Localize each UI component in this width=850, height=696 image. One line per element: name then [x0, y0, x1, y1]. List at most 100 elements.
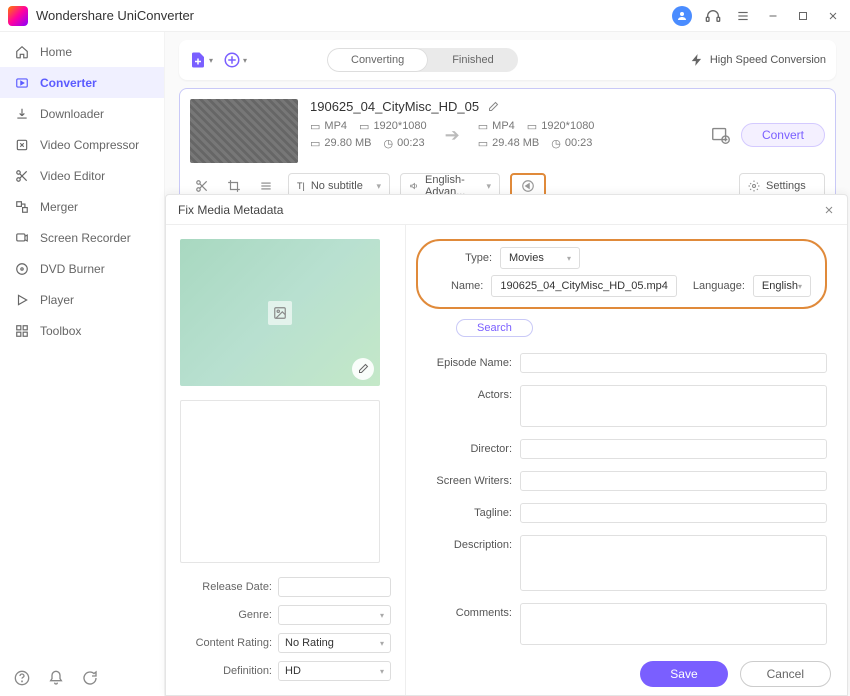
user-avatar[interactable]	[672, 6, 692, 26]
play-icon	[14, 292, 30, 308]
image-placeholder-icon	[268, 301, 292, 325]
language-label: Language:	[693, 280, 745, 292]
metadata-modal: Fix Media Metadata Release Date: Genre: ▾…	[165, 194, 848, 696]
convert-button[interactable]: Convert	[741, 123, 825, 147]
scissors-icon	[14, 168, 30, 184]
menu-icon[interactable]	[734, 7, 752, 25]
arrow-icon: ➔	[445, 125, 460, 146]
merger-icon	[14, 199, 30, 215]
recorder-icon	[14, 230, 30, 246]
name-label: Name:	[432, 280, 483, 292]
definition-label: Definition:	[180, 665, 272, 677]
add-url-button[interactable]: ▾	[223, 48, 247, 72]
sidebar-item-label: Toolbox	[40, 324, 81, 338]
toolbar: ▾ ▾ Converting Finished High Speed Conve…	[179, 40, 836, 80]
search-params-highlight: Type: Movies▾ Name: 190625_04_CityMisc_H…	[416, 239, 827, 309]
src-res: ▭ 1920*1080	[359, 120, 427, 133]
sidebar-item-label: Downloader	[40, 107, 104, 121]
sidebar-item-label: DVD Burner	[40, 262, 105, 276]
cancel-button[interactable]: Cancel	[740, 661, 831, 687]
genre-select[interactable]: ▾	[278, 605, 391, 625]
high-speed-toggle[interactable]: High Speed Conversion	[690, 53, 826, 67]
sidebar-item-compressor[interactable]: Video Compressor	[0, 129, 164, 160]
sidebar-item-home[interactable]: Home	[0, 36, 164, 67]
disc-icon	[14, 261, 30, 277]
effects-icon[interactable]	[258, 178, 274, 194]
modal-title: Fix Media Metadata	[178, 203, 283, 217]
audio-icon	[409, 181, 419, 191]
add-file-button[interactable]: ▾	[189, 48, 213, 72]
name-input[interactable]: 190625_04_CityMisc_HD_05.mp4	[491, 275, 677, 297]
comments-input[interactable]	[520, 603, 827, 645]
help-icon[interactable]	[14, 670, 30, 686]
language-select[interactable]: English▾	[753, 275, 811, 297]
release-date-label: Release Date:	[180, 581, 272, 593]
description-input[interactable]	[520, 535, 827, 591]
rating-select[interactable]: No Rating▾	[278, 633, 391, 653]
sidebar-item-label: Video Editor	[40, 169, 105, 183]
gear-icon	[748, 180, 760, 192]
edit-title-icon[interactable]	[487, 101, 499, 113]
titlebar: Wondershare UniConverter	[0, 0, 850, 32]
sidebar-item-player[interactable]: Player	[0, 284, 164, 315]
definition-select[interactable]: HD▾	[278, 661, 391, 681]
src-format: ▭ MP4	[310, 120, 347, 133]
actors-label: Actors:	[416, 385, 512, 401]
src-dur: ◷ 00:23	[384, 137, 425, 150]
output-gear-icon[interactable]	[709, 123, 733, 147]
headset-icon[interactable]	[704, 7, 722, 25]
rating-label: Content Rating:	[180, 637, 272, 649]
minimize-button[interactable]	[764, 7, 782, 25]
sidebar: Home Converter Downloader Video Compress…	[0, 32, 165, 696]
feedback-icon[interactable]	[82, 670, 98, 686]
video-thumbnail[interactable]	[190, 99, 298, 163]
converter-icon	[14, 75, 30, 91]
episode-input[interactable]	[520, 353, 827, 373]
trim-icon[interactable]	[194, 178, 210, 194]
search-button[interactable]: Search	[456, 319, 533, 337]
app-logo	[8, 6, 28, 26]
cover-list[interactable]	[180, 400, 380, 563]
sidebar-item-toolbox[interactable]: Toolbox	[0, 315, 164, 346]
episode-label: Episode Name:	[416, 353, 512, 369]
sidebar-item-label: Player	[40, 293, 74, 307]
description-label: Description:	[416, 535, 512, 551]
lightning-icon	[690, 53, 704, 67]
genre-label: Genre:	[180, 609, 272, 621]
edit-cover-button[interactable]	[352, 358, 374, 380]
home-icon	[14, 44, 30, 60]
sidebar-item-downloader[interactable]: Downloader	[0, 98, 164, 129]
sidebar-item-converter[interactable]: Converter	[0, 67, 164, 98]
tab-converting[interactable]: Converting	[327, 48, 428, 72]
item-title: 190625_04_CityMisc_HD_05	[310, 99, 479, 114]
modal-close-button[interactable]	[823, 204, 835, 216]
sidebar-item-recorder[interactable]: Screen Recorder	[0, 222, 164, 253]
sidebar-item-label: Home	[40, 45, 72, 59]
tagline-label: Tagline:	[416, 503, 512, 519]
tagline-input[interactable]	[520, 503, 827, 523]
actors-input[interactable]	[520, 385, 827, 427]
cover-preview	[180, 239, 380, 386]
sidebar-item-merger[interactable]: Merger	[0, 191, 164, 222]
sidebar-item-label: Merger	[40, 200, 78, 214]
grid-icon	[14, 323, 30, 339]
download-icon	[14, 106, 30, 122]
crop-icon[interactable]	[226, 178, 242, 194]
file-item-card: 190625_04_CityMisc_HD_05 ▭ MP4 ▭ 1920*108…	[179, 88, 836, 210]
release-date-input[interactable]	[278, 577, 391, 597]
type-select[interactable]: Movies▾	[500, 247, 580, 269]
director-input[interactable]	[520, 439, 827, 459]
bell-icon[interactable]	[48, 670, 64, 686]
content-area: ▾ ▾ Converting Finished High Speed Conve…	[165, 32, 850, 696]
writers-input[interactable]	[520, 471, 827, 491]
maximize-button[interactable]	[794, 7, 812, 25]
tab-finished[interactable]: Finished	[428, 48, 518, 72]
sidebar-item-editor[interactable]: Video Editor	[0, 160, 164, 191]
dst-res: ▭ 1920*1080	[527, 120, 595, 133]
sidebar-item-dvd[interactable]: DVD Burner	[0, 253, 164, 284]
director-label: Director:	[416, 439, 512, 455]
dst-dur: ◷ 00:23	[551, 137, 592, 150]
close-button[interactable]	[824, 7, 842, 25]
src-size: ▭ 29.80 MB	[310, 137, 372, 150]
save-button[interactable]: Save	[640, 661, 727, 687]
